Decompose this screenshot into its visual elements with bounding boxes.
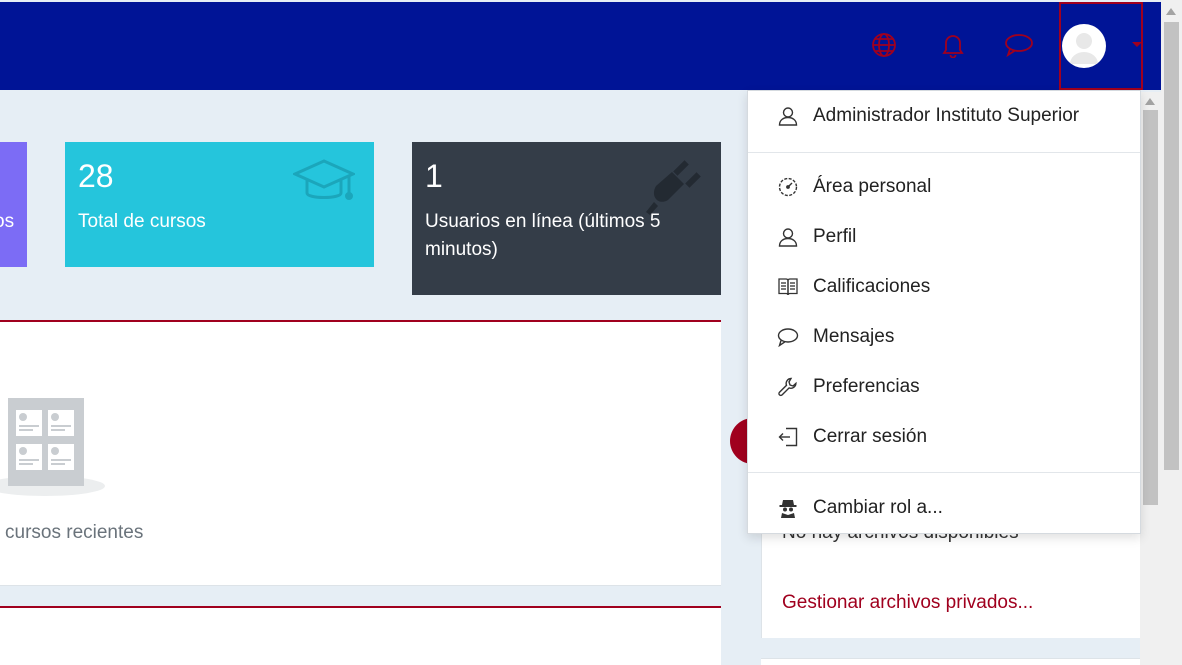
top-navbar bbox=[0, 2, 1161, 90]
chevron-down-icon[interactable] bbox=[1132, 42, 1142, 47]
recent-courses-empty-text: cursos recientes bbox=[5, 522, 144, 543]
stat-card-number: 28 bbox=[78, 158, 114, 194]
language-icon[interactable] bbox=[869, 30, 899, 60]
window-scrollbar[interactable] bbox=[1161, 0, 1182, 665]
dashboard-icon bbox=[776, 175, 800, 199]
menu-item-label: Área personal bbox=[813, 176, 932, 197]
menu-item-user-fullname[interactable]: Administrador Instituto Superior bbox=[748, 96, 1140, 136]
scroll-up-icon[interactable] bbox=[1145, 98, 1155, 105]
scrollbar-thumb[interactable] bbox=[1164, 22, 1179, 470]
grades-book-icon bbox=[776, 275, 800, 299]
menu-item-label: Mensajes bbox=[813, 326, 895, 347]
menu-item-label: Cambiar rol a... bbox=[813, 497, 943, 518]
plug-icon bbox=[640, 156, 706, 220]
stat-card-partial: os bbox=[0, 142, 27, 267]
menu-item-label: Perfil bbox=[813, 226, 857, 247]
scrollbar-thumb[interactable] bbox=[1143, 110, 1158, 505]
scroll-up-icon[interactable] bbox=[1166, 8, 1176, 15]
user-icon bbox=[776, 104, 800, 128]
stat-card-number: 1 bbox=[425, 158, 443, 194]
menu-item-profile[interactable]: Perfil bbox=[748, 217, 1140, 257]
user-dropdown-menu: Administrador Instituto Superior Área pe… bbox=[747, 90, 1141, 534]
menu-divider bbox=[748, 152, 1140, 153]
menu-item-preferences[interactable]: Preferencias bbox=[748, 367, 1140, 407]
menu-item-label: Cerrar sesión bbox=[813, 426, 928, 447]
drawer-scrollbar[interactable] bbox=[1140, 92, 1161, 665]
chat-icon[interactable] bbox=[1004, 30, 1034, 60]
graduation-cap-icon bbox=[291, 156, 357, 212]
bell-icon[interactable] bbox=[938, 30, 968, 60]
menu-item-dashboard[interactable]: Área personal bbox=[748, 167, 1140, 207]
spy-icon bbox=[776, 496, 800, 520]
logout-icon bbox=[776, 425, 800, 449]
content-block bbox=[0, 606, 721, 665]
wrench-icon bbox=[776, 375, 800, 399]
stat-card-label: os bbox=[0, 211, 15, 232]
stat-card-online-users: 1 Usuarios en línea (últimos 5 minutos) bbox=[412, 142, 721, 295]
message-icon bbox=[776, 325, 800, 349]
menu-item-messages[interactable]: Mensajes bbox=[748, 317, 1140, 357]
menu-item-switch-role[interactable]: Cambiar rol a... bbox=[748, 488, 1140, 528]
stat-card-total-courses: 28 Total de cursos bbox=[65, 142, 374, 267]
side-block bbox=[761, 658, 1140, 665]
menu-divider bbox=[748, 472, 1140, 473]
menu-item-label: Preferencias bbox=[813, 376, 920, 397]
manage-private-files-link[interactable]: Gestionar archivos privados... bbox=[782, 592, 1033, 614]
menu-item-logout[interactable]: Cerrar sesión bbox=[748, 417, 1140, 457]
recent-courses-block: cursos recientes bbox=[0, 320, 721, 586]
avatar[interactable] bbox=[1062, 24, 1106, 68]
courses-empty-illustration-icon bbox=[0, 390, 110, 504]
stat-card-label: Total de cursos bbox=[78, 211, 206, 232]
menu-item-label: Calificaciones bbox=[813, 276, 931, 297]
menu-item-label: Administrador Instituto Superior bbox=[813, 105, 1080, 126]
menu-item-grades[interactable]: Calificaciones bbox=[748, 267, 1140, 307]
user-icon bbox=[776, 225, 800, 249]
